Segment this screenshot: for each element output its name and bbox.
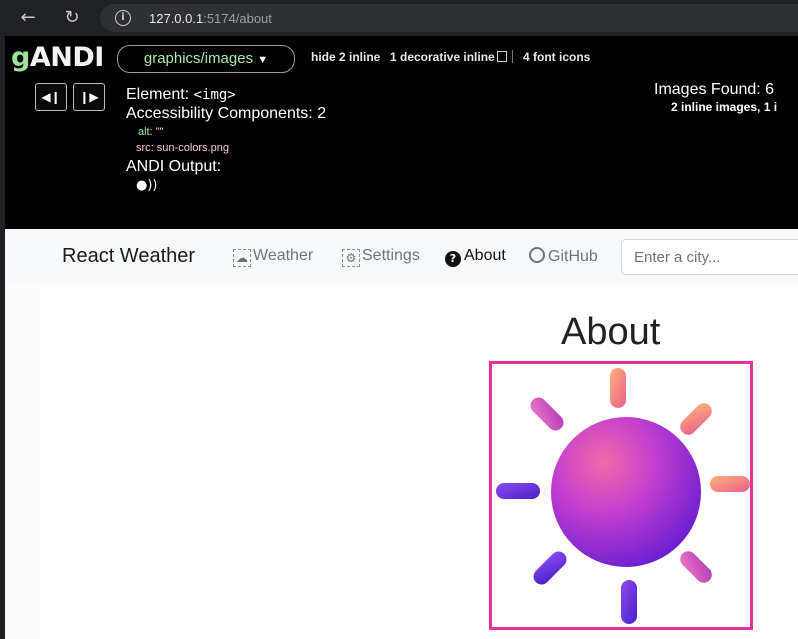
address-bar[interactable]: i 127.0.0.1:5174/about: [100, 4, 798, 32]
magnifier-icon: [496, 51, 507, 62]
reload-icon[interactable]: ↻: [60, 6, 84, 30]
speaker-icon: ●)): [136, 178, 158, 193]
content-gutter: [5, 285, 40, 639]
logo-g: g: [11, 42, 30, 73]
nav-link-label: GitHub: [548, 248, 598, 265]
page-title: About: [561, 311, 661, 353]
nav-link-about[interactable]: ? About: [445, 247, 506, 267]
question-icon: ?: [445, 251, 461, 267]
next-element-button[interactable]: ❙▶: [73, 83, 105, 111]
nav-link-label: About: [464, 247, 506, 264]
font-icons-button[interactable]: 4 font icons: [523, 50, 590, 64]
sun-ray: [496, 483, 540, 499]
decorative-inline-label: 1 decorative inline: [390, 50, 495, 64]
component-value: "": [155, 126, 164, 138]
andi-logo: gANDI: [11, 42, 104, 73]
andi-output-label: ANDI Output:: [126, 158, 222, 175]
skip-next-icon: ❙▶: [79, 90, 99, 104]
element-line: Element: <img>: [126, 86, 236, 104]
back-arrow-icon[interactable]: ←: [16, 6, 40, 30]
sun-ray: [680, 551, 712, 583]
sun-ray: [680, 403, 712, 435]
module-label: graphics/images: [143, 50, 254, 67]
gear-icon: ⚙: [342, 249, 360, 267]
accessibility-components: Accessibility Components: 2: [126, 105, 327, 122]
nav-link-github[interactable]: GitHub: [529, 247, 598, 266]
url-path: :5174/about: [203, 11, 272, 26]
github-icon: [529, 247, 545, 263]
nav-link-weather[interactable]: ☁ Weather: [233, 247, 314, 267]
city-search-input[interactable]: Enter a city...: [621, 239, 798, 275]
andi-panel: gANDI graphics/images ▼ hide 2 inline 1 …: [5, 36, 798, 229]
info-icon[interactable]: i: [115, 10, 131, 26]
sun-ray: [621, 580, 637, 624]
component-src: src: sun-colors.png: [136, 142, 229, 154]
logo-text: ANDI: [29, 42, 104, 73]
sun-ray: [533, 551, 567, 585]
caret-down-icon: ▼: [257, 54, 269, 66]
search-placeholder: Enter a city...: [634, 249, 721, 266]
site-brand[interactable]: React Weather: [62, 245, 195, 268]
sun-ray: [610, 368, 626, 408]
nav-link-label: Weather: [253, 247, 314, 264]
url-text[interactable]: 127.0.0.1:5174/about: [149, 11, 272, 26]
element-label: Element:: [126, 86, 190, 103]
decorative-inline-button[interactable]: 1 decorative inline: [390, 50, 507, 64]
component-alt: alt: "": [138, 126, 164, 138]
main-content: About: [5, 285, 798, 639]
sun-image: [496, 368, 750, 624]
weather-icon: ☁: [233, 249, 251, 267]
component-value: sun-colors.png: [156, 142, 229, 154]
options-divider: [512, 50, 513, 63]
component-key: src:: [136, 142, 154, 154]
browser-toolbar: ← ↻ i 127.0.0.1:5174/about: [0, 0, 798, 36]
nav-link-label: Settings: [362, 247, 420, 264]
sun-body: [551, 417, 701, 567]
sun-ray: [710, 476, 750, 492]
images-found: Images Found: 6: [654, 81, 775, 98]
sun-ray: [530, 397, 564, 431]
element-tag: <img>: [193, 87, 236, 103]
previous-element-button[interactable]: ◀❙: [35, 83, 67, 111]
url-host: 127.0.0.1: [149, 11, 204, 26]
site-navbar: React Weather ☁ Weather ⚙ Settings ? About …: [5, 229, 798, 285]
skip-previous-icon: ◀❙: [41, 90, 61, 104]
hide-inline-button[interactable]: hide 2 inline: [311, 50, 380, 64]
nav-link-settings[interactable]: ⚙ Settings: [342, 247, 420, 267]
highlighted-image-frame[interactable]: [489, 361, 753, 630]
images-found-detail: 2 inline images, 1 i: [671, 100, 778, 114]
component-key: alt:: [138, 126, 153, 138]
module-select-button[interactable]: graphics/images ▼: [117, 45, 295, 73]
